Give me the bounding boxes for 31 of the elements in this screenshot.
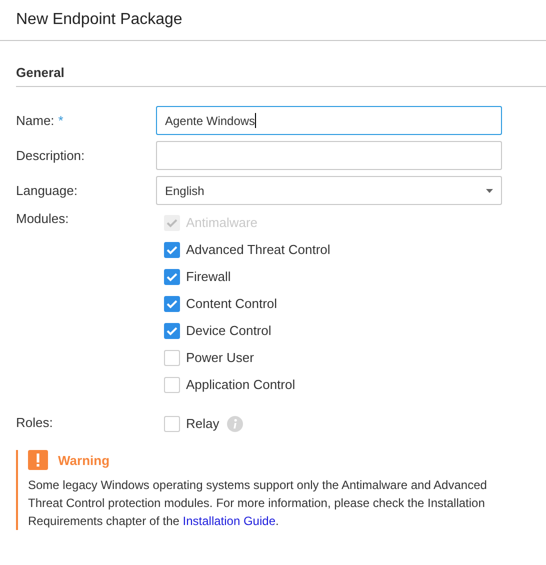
checkbox[interactable]: [164, 376, 180, 392]
caret-icon: [486, 188, 493, 192]
warning-icon: [28, 450, 48, 470]
warning-text: Some legacy Windows operating systems support only the Antimalware and Advanced Threat Control protection modules. For more information, please check the Installation Requirements chapter of the Installation Guide.: [28, 477, 488, 530]
field-label: Description:: [16, 148, 85, 163]
checkbox-label: Relay: [186, 416, 220, 431]
checkbox-label: Device Control: [186, 323, 272, 338]
checkbox[interactable]: [164, 350, 180, 366]
field-label: Modules:: [16, 211, 69, 226]
input-field[interactable]: Agente Windows: [156, 106, 502, 135]
required-mark: *: [58, 113, 64, 128]
checkbox-label: Power User: [186, 350, 254, 365]
checkbox-label: Application Control: [186, 377, 296, 392]
checkbox[interactable]: [164, 322, 180, 338]
field-label: Roles:: [16, 415, 53, 430]
section-title: General: [16, 65, 64, 80]
field-label: Language:: [16, 183, 78, 198]
checkbox[interactable]: [164, 242, 180, 258]
warning-title: Warning: [58, 452, 110, 468]
checkbox-label: Advanced Threat Control: [186, 242, 330, 257]
field-label: Name:: [16, 113, 54, 128]
input-field[interactable]: [156, 141, 502, 170]
language-dropdown[interactable]: English: [156, 176, 502, 205]
window-title: New Endpoint Package: [16, 11, 182, 29]
checkbox[interactable]: [164, 416, 180, 432]
checkbox-label: Content Control: [186, 296, 278, 311]
info-icon[interactable]: [227, 416, 244, 432]
checkbox[interactable]: [164, 268, 180, 284]
checkbox[interactable]: [164, 296, 180, 312]
installation-guide-link[interactable]: Installation Guide: [182, 514, 276, 528]
checkbox-label: Firewall: [186, 269, 231, 284]
